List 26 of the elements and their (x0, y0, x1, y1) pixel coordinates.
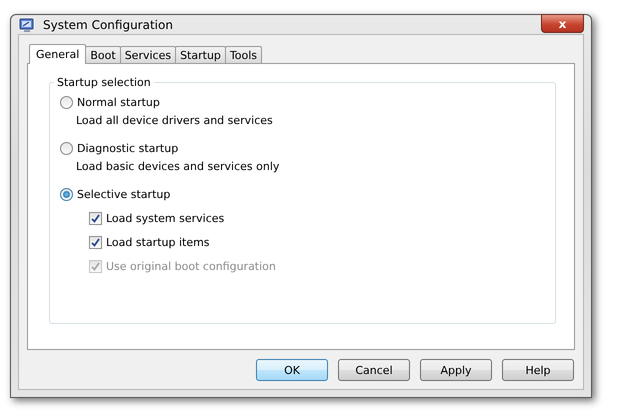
tab[interactable]: Startup (175, 46, 226, 63)
dialog-button[interactable]: Cancel (338, 359, 410, 381)
tab[interactable]: Services (120, 46, 176, 63)
close-button[interactable]: x (541, 14, 584, 33)
radio-label: Normal startup (77, 96, 160, 108)
radio-label: Selective startup (77, 188, 170, 200)
radio-button[interactable] (60, 142, 73, 154)
dialog-button[interactable]: OK (256, 359, 328, 381)
tab[interactable]: General (29, 44, 86, 64)
window-title: System Configuration (43, 18, 173, 32)
checkbox-label: Load system services (106, 212, 224, 224)
dialog-button[interactable]: Apply (420, 359, 492, 381)
checkbox-label: Use original boot configuration (106, 260, 276, 272)
radio-label: Diagnostic startup (77, 142, 178, 154)
monitor-icon (19, 16, 35, 32)
radio-button[interactable] (60, 96, 73, 108)
dialog-button[interactable]: Help (502, 359, 574, 381)
checkbox[interactable] (89, 236, 102, 248)
radio-button[interactable] (60, 188, 73, 200)
group-title: Startup selection (56, 76, 152, 89)
tab[interactable]: Tools (224, 46, 262, 63)
option-description: Load all device drivers and services (76, 114, 274, 127)
tab[interactable]: Boot (85, 46, 121, 63)
option-description: Load basic devices and services only (76, 160, 280, 173)
checkbox[interactable] (89, 212, 102, 224)
checkbox-label: Load startup items (106, 236, 210, 248)
